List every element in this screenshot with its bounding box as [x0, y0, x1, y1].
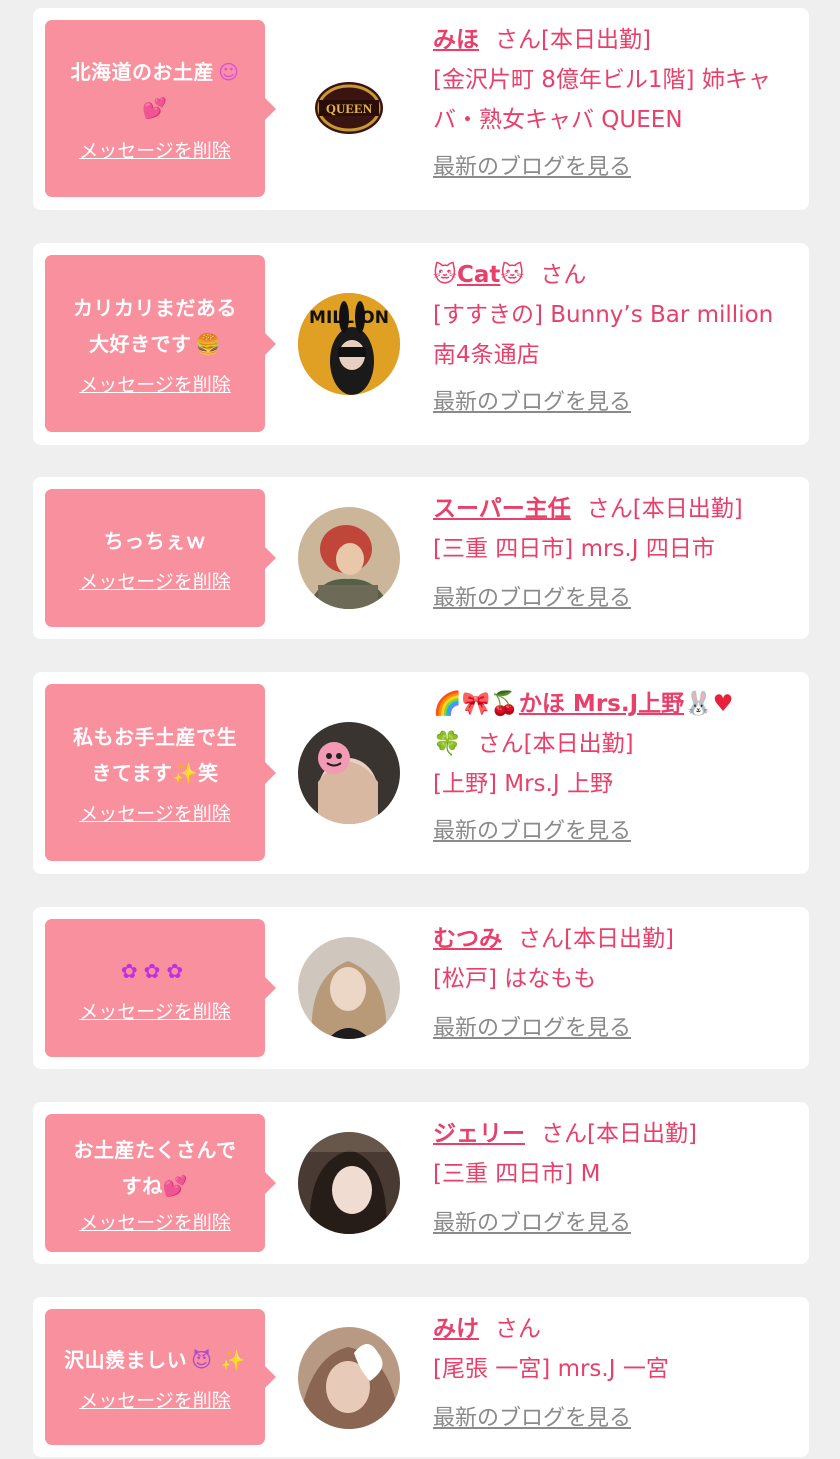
- latest-blog-link[interactable]: 最新のブログを見る: [433, 812, 795, 852]
- profile-info: 🌈🎀🍒かほ Mrs.J上野🐰♥ 🍀 さん[本日出勤] [上野] Mrs.J 上野 …: [433, 684, 795, 852]
- message-bubble: お土産たくさんで すね💕 メッセージを削除: [45, 1114, 276, 1252]
- cast-status: さん: [495, 1316, 541, 1342]
- smile-icon: ☺: [218, 60, 240, 84]
- avatar-image: [298, 1327, 400, 1429]
- shop-name: [三重 四日市] M: [433, 1161, 601, 1187]
- cast-status: さん[本日出勤]: [495, 27, 651, 53]
- message-bubble: ✿✿✿ メッセージを削除: [45, 919, 276, 1057]
- message-bubble: 私もお手土産で生 きてます✨笑 メッセージを削除: [45, 684, 276, 861]
- cast-name-link[interactable]: ジェリー: [433, 1121, 525, 1147]
- delete-message-link[interactable]: メッセージを削除: [79, 997, 231, 1024]
- avatar[interactable]: [298, 937, 400, 1039]
- latest-blog-link[interactable]: 最新のブログを見る: [433, 1204, 795, 1244]
- delete-message-link[interactable]: メッセージを削除: [79, 1208, 231, 1235]
- latest-blog-link[interactable]: 最新のブログを見る: [433, 383, 795, 423]
- avatar[interactable]: [298, 1327, 400, 1429]
- message-bubble: 北海道のお土産 ☺ 💕 メッセージを削除: [45, 20, 276, 197]
- shop-name: [上野] Mrs.J 上野: [433, 771, 613, 797]
- latest-blog-link[interactable]: 最新のブログを見る: [433, 148, 795, 188]
- cast-name-link[interactable]: みけ: [433, 1316, 479, 1342]
- cat-icon: 🐱: [433, 262, 457, 288]
- devil-face-icon: 😈: [191, 1347, 213, 1372]
- cast-name-link[interactable]: かほ Mrs.J上野: [519, 691, 684, 717]
- shop-name: [三重 四日市] mrs.J 四日市: [433, 536, 715, 562]
- svg-text:MILLION: MILLION: [309, 308, 389, 328]
- message-text: ちっちぇｗ: [103, 528, 207, 553]
- sparkle-icon: ✨: [172, 761, 198, 785]
- avatar-image: [298, 1132, 400, 1234]
- message-text: 沢山羨ましい 😈 ✨: [64, 1342, 246, 1378]
- avatar-image: [298, 937, 400, 1039]
- delete-message-link[interactable]: メッセージを削除: [79, 799, 231, 826]
- cast-name-link[interactable]: むつみ: [433, 926, 502, 952]
- shop-name: [すすきの] Bunny’s Bar million 南4条通店: [433, 302, 774, 368]
- cast-name-link[interactable]: Cat: [457, 262, 500, 288]
- message-text: 私もお手土産で生 きてます✨笑: [73, 719, 237, 791]
- avatar[interactable]: MILLION: [298, 293, 400, 395]
- rabbit-heart-icons: 🐰♥: [684, 691, 734, 717]
- clover-icon: 🍀: [433, 731, 462, 757]
- message-card: カリカリまだある 大好きです 🍔 メッセージを削除 MILLION 🐱Cat🐱 さん…: [33, 243, 809, 445]
- delete-message-link[interactable]: メッセージを削除: [79, 1386, 231, 1413]
- avatar[interactable]: [298, 722, 400, 824]
- delete-message-link[interactable]: メッセージを削除: [79, 370, 231, 397]
- cast-status: さん[本日出勤]: [518, 926, 674, 952]
- message-card: ちっちぇｗ メッセージを削除 スーパー主任 さん[本日出勤] [三重 四日市] m…: [33, 477, 809, 639]
- cast-name-link[interactable]: みほ: [433, 27, 479, 53]
- queen-logo-icon: QUEEN: [315, 82, 383, 134]
- latest-blog-link[interactable]: 最新のブログを見る: [433, 579, 795, 619]
- rainbow-ribbon-cherry-icons: 🌈🎀🍒: [433, 691, 519, 717]
- message-bubble: ちっちぇｗ メッセージを削除: [45, 489, 276, 627]
- message-card: お土産たくさんで すね💕 メッセージを削除 ジェリー さん[本日出勤] [三重 四…: [33, 1102, 809, 1264]
- profile-info: みけ さん [尾張 一宮] mrs.J 一宮 最新のブログを見る: [433, 1309, 795, 1439]
- avatar-image: [298, 722, 400, 824]
- avatar-image: [298, 507, 400, 609]
- avatar[interactable]: [298, 1132, 400, 1234]
- message-text: ✿✿✿: [121, 953, 189, 989]
- hearts-icon: 💕: [162, 1173, 189, 1198]
- latest-blog-link[interactable]: 最新のブログを見る: [433, 1399, 795, 1439]
- avatar[interactable]: [298, 507, 400, 609]
- latest-blog-link[interactable]: 最新のブログを見る: [433, 1009, 795, 1049]
- shop-name: [松戸] はなもも: [433, 966, 597, 992]
- cat-icon: 🐱: [500, 262, 525, 288]
- shop-name: [金沢片町 8億年ビル1階] 姉キャバ・熟女キャバ QUEEN: [433, 67, 771, 133]
- profile-info: 🐱Cat🐱 さん [すすきの] Bunny’s Bar million 南4条通店…: [433, 255, 795, 423]
- cast-status: さん[本日出勤]: [541, 1121, 697, 1147]
- message-card: 私もお手土産で生 きてます✨笑 メッセージを削除 🌈🎀🍒かほ Mrs.J上野🐰♥…: [33, 672, 809, 874]
- message-text: お土産たくさんで すね💕: [74, 1132, 237, 1204]
- delete-message-link[interactable]: メッセージを削除: [79, 567, 231, 594]
- message-card: 北海道のお土産 ☺ 💕 メッセージを削除 QUEEN みほ さん[本日出勤] [金沢…: [33, 8, 809, 210]
- profile-info: むつみ さん[本日出勤] [松戸] はなもも 最新のブログを見る: [433, 919, 795, 1049]
- queen-logo-text: QUEEN: [326, 101, 373, 116]
- shop-logo[interactable]: QUEEN: [313, 80, 385, 136]
- message-bubble: カリカリまだある 大好きです 🍔 メッセージを削除: [45, 255, 276, 432]
- cast-name-link[interactable]: スーパー主任: [433, 496, 571, 522]
- delete-message-link[interactable]: メッセージを削除: [79, 136, 231, 163]
- shop-name: [尾張 一宮] mrs.J 一宮: [433, 1356, 669, 1382]
- avatar-image: MILLION: [298, 293, 400, 395]
- cast-status: さん[本日出勤]: [477, 731, 634, 757]
- message-card: ✿✿✿ メッセージを削除 むつみ さん[本日出勤] [松戸] はなもも 最新のブロ…: [33, 907, 809, 1069]
- message-bubble: 沢山羨ましい 😈 ✨ メッセージを削除: [45, 1309, 276, 1445]
- profile-info: ジェリー さん[本日出勤] [三重 四日市] M 最新のブログを見る: [433, 1114, 795, 1244]
- cast-status: さん[本日出勤]: [586, 496, 743, 522]
- message-text: 北海道のお土産 ☺ 💕: [71, 54, 240, 126]
- cast-status: さん: [540, 262, 587, 288]
- profile-info: みほ さん[本日出勤] [金沢片町 8億年ビル1階] 姉キャバ・熟女キャバ QUE…: [433, 20, 795, 188]
- hearts-icon: 💕: [142, 96, 168, 120]
- message-card: 沢山羨ましい 😈 ✨ メッセージを削除 みけ さん [尾張 一宮] mrs.J 一宮 …: [33, 1297, 809, 1457]
- food-icon: 🍔: [195, 332, 221, 356]
- sparkle-icon: ✨: [220, 1347, 246, 1372]
- flowers-icon: ✿✿✿: [120, 958, 190, 983]
- message-text: カリカリまだある 大好きです 🍔: [73, 290, 237, 362]
- profile-info: スーパー主任 さん[本日出勤] [三重 四日市] mrs.J 四日市 最新のブログ…: [433, 489, 795, 619]
